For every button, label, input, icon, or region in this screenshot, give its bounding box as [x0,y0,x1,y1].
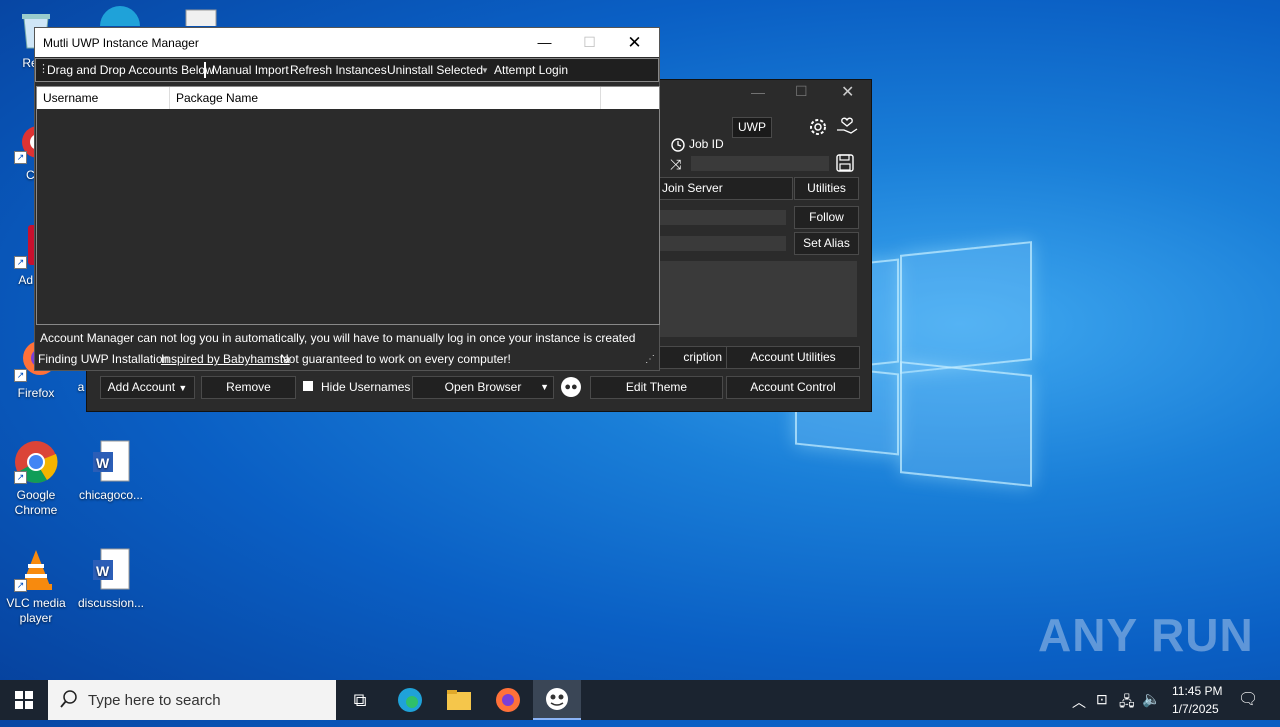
search-placeholder: Type here to search [88,692,221,709]
column-extra[interactable] [601,87,659,109]
job-id-label: Job ID [689,137,724,151]
desktop-icon-chicagoco[interactable]: W chicagoco... [75,440,147,503]
vlc-icon: ↗ [14,548,58,592]
status-info-text: Account Manager can not log you in autom… [40,331,636,345]
clock-time[interactable]: 11:45 PM [1172,684,1222,698]
minimize-icon[interactable]: — [522,28,567,57]
clock-icon [670,137,686,156]
volume-icon[interactable]: 🔈 [1142,690,1161,708]
minimize-icon[interactable]: — [751,84,765,100]
menu-attempt-login[interactable]: Attempt Login [494,63,568,77]
menu-refresh-instances[interactable]: Refresh Instances [290,63,387,77]
chevron-down-icon[interactable]: ▼ [481,66,489,75]
account-manager-taskbar-icon[interactable] [533,680,581,720]
utilities-button[interactable]: Utilities [794,177,859,200]
desktop-icon-label: chicagoco... [78,488,144,502]
list-header: Username Package Name [37,87,659,109]
uwp-instance-manager-window[interactable]: Mutli UWP Instance Manager — ☐ ✕ ⋮ Drag … [34,27,660,371]
settings-gear-icon[interactable] [807,116,829,141]
menu-drag-drop[interactable]: Drag and Drop Accounts Below [47,63,214,77]
file-explorer-icon[interactable] [435,680,483,720]
search-icon [60,690,78,711]
account-control-button[interactable]: Account Control [726,376,860,399]
column-username[interactable]: Username [37,87,170,109]
shuffle-icon[interactable]: ⤨ [670,156,681,173]
shortcut-arrow-icon: ↗ [14,256,27,269]
join-server-button[interactable]: Join Server [657,177,793,200]
account-utilities-button[interactable]: Account Utilities [726,346,860,369]
edit-theme-button[interactable]: Edit Theme [590,376,723,399]
anyrun-watermark: ANY RUN [1038,609,1254,661]
desktop-icon-label: Google Chrome [14,488,58,517]
menu-bar: ⋮ Drag and Drop Accounts Below Manual Im… [35,58,659,82]
edge-taskbar-icon[interactable] [386,680,434,720]
uwp-button[interactable]: UWP [732,117,772,138]
alias-input[interactable] [657,236,786,251]
firefox-taskbar-icon[interactable] [484,680,532,720]
shortcut-arrow-icon: ↗ [14,151,27,164]
shortcut-arrow-icon: ↗ [14,369,27,382]
column-package-name[interactable]: Package Name [170,87,601,109]
instances-list[interactable]: Username Package Name [36,86,660,325]
donate-hand-heart-icon[interactable] [835,116,859,141]
add-account-label: Add Account [107,380,176,394]
menu-separator [204,62,206,78]
status-finding-text: Finding UWP Installation [38,352,170,366]
chevron-down-icon: ▼ [540,382,549,392]
hide-usernames-label: Hide Usernames [321,380,411,394]
hide-usernames-checkbox[interactable] [303,381,313,391]
chevron-up-icon[interactable]: ︿ [1072,692,1086,712]
desktop-icon-discussion[interactable]: W discussion... [75,548,147,611]
shortcut-arrow-icon: ↗ [14,579,27,592]
notifications-icon[interactable]: 🗨 [1238,689,1258,709]
desktop-icon-label: VLC media player [6,596,66,625]
task-view-icon[interactable]: ⧉ [336,680,384,720]
network-adapter-icon[interactable]: ⊡ [1096,691,1108,708]
close-icon[interactable]: ✕ [612,28,657,57]
open-browser-label: Open Browser [444,380,522,394]
maximize-icon[interactable]: ☐ [795,83,808,100]
remove-button[interactable]: Remove [201,376,296,399]
inspired-by-link[interactable]: Inspired by Babyhamsta [161,352,290,366]
close-icon[interactable]: ✕ [841,82,854,102]
desktop-icon-vlc[interactable]: ↗ VLC media player [0,548,72,626]
title-bar[interactable]: Mutli UWP Instance Manager — ☐ ✕ [35,28,659,57]
shortcut-arrow-icon: ↗ [14,471,27,484]
follow-input[interactable] [657,210,786,225]
word-doc-icon: W [89,440,133,484]
clock-date[interactable]: 1/7/2025 [1172,702,1219,716]
follow-button[interactable]: Follow [794,206,859,229]
chrome-icon: ↗ [14,440,58,484]
taskbar-search-box[interactable]: Type here to search [48,680,336,720]
window-title: Mutli UWP Instance Manager [43,36,199,50]
open-browser-button[interactable]: Open Browser ▼ [412,376,554,399]
add-account-button[interactable]: Add Account ▼ [100,376,195,399]
save-icon[interactable] [835,153,855,176]
job-id-input[interactable] [691,156,829,171]
desktop-icon-chrome[interactable]: ↗ Google Chrome [0,440,72,518]
menu-manual-import[interactable]: Manual Import [212,63,289,77]
desktop-icon-label: Firefox [17,386,55,400]
set-alias-button[interactable]: Set Alias [794,232,859,255]
svg-text:W: W [96,455,110,471]
taskbar: Type here to search ⧉ ︿ ⊡ 🖧 🔈 11:45 PM 1… [0,680,1280,720]
menu-uninstall-selected[interactable]: Uninstall Selected [387,63,483,77]
discord-icon[interactable]: ●● [561,377,581,397]
network-icon[interactable]: 🖧 [1119,691,1135,715]
description-textbox[interactable] [657,261,857,337]
desktop-icon-label: discussion... [77,596,145,610]
status-warning-text: Not guaranteed to work on every computer… [280,352,511,366]
resize-grip-icon[interactable]: ⋰ [645,354,655,365]
chevron-down-icon: ▼ [178,383,188,393]
svg-text:W: W [96,563,110,579]
word-doc-icon: W [89,548,133,592]
start-button[interactable] [0,680,48,720]
maximize-icon[interactable]: ☐ [567,28,612,57]
windows-start-icon [15,691,33,709]
